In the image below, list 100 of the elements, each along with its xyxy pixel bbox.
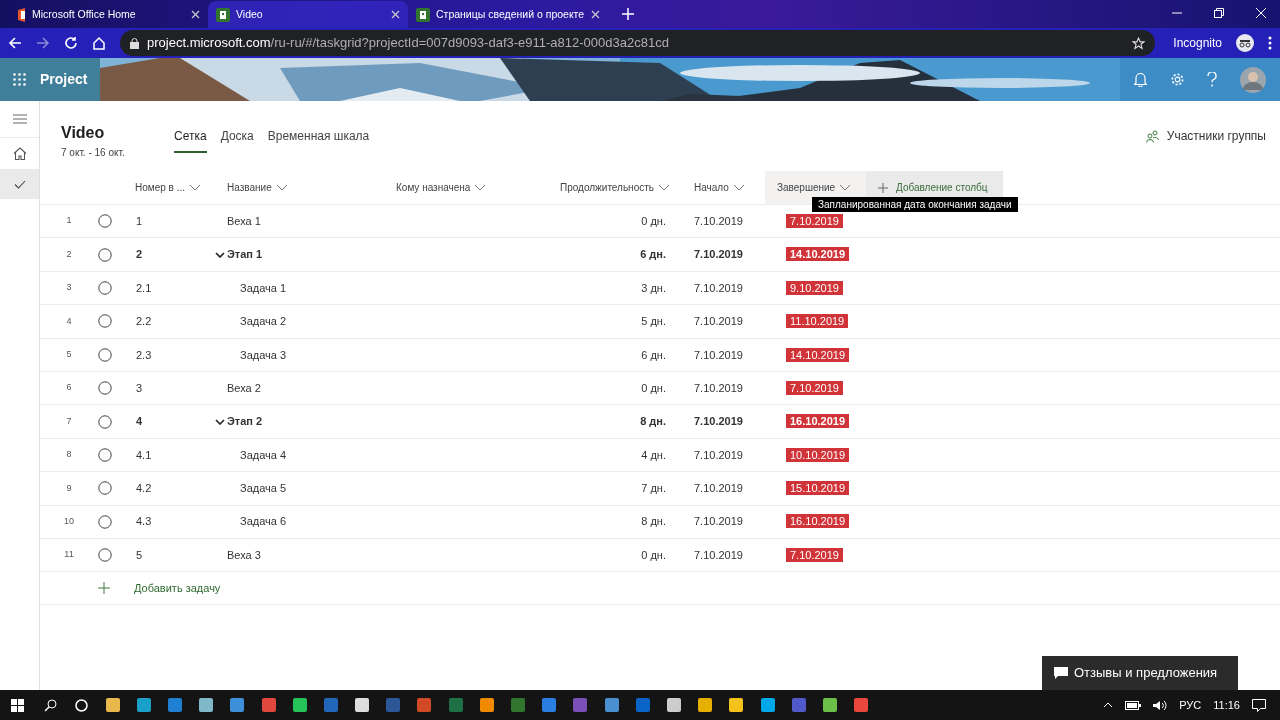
chevron-down-icon[interactable] (215, 251, 225, 258)
completion-circle[interactable] (98, 314, 112, 329)
duration: 6 дн. (640, 347, 666, 363)
duration: 0 дн. (640, 213, 666, 229)
add-icon[interactable] (98, 582, 110, 595)
project-dates: 7 окт. - 16 окт. (61, 146, 126, 160)
app-launcher-icon[interactable] (13, 73, 26, 86)
task-name[interactable]: Задача 5 (240, 480, 287, 497)
app-icon[interactable] (603, 697, 620, 713)
task-name[interactable]: Задача 2 (240, 313, 287, 330)
completion-circle[interactable] (98, 347, 112, 362)
app-icon[interactable] (821, 697, 838, 713)
restore-icon[interactable] (1214, 8, 1224, 18)
completion-circle[interactable] (98, 381, 112, 396)
view-tab[interactable]: Сетка (174, 127, 207, 153)
group-members-link[interactable]: Участники группы (1166, 127, 1266, 145)
browser-tab[interactable]: Страницы сведений о проекте (408, 1, 608, 28)
task-name[interactable]: Веха 2 (227, 379, 261, 397)
settings-icon[interactable] (1169, 72, 1185, 87)
people-icon (1145, 129, 1159, 143)
duration: 3 дн. (640, 280, 666, 296)
row-number: 3 (65, 281, 73, 295)
add-task-link[interactable]: Добавить задачу (134, 580, 221, 597)
menu-icon[interactable] (1268, 36, 1272, 50)
close-icon[interactable] (191, 10, 200, 19)
url-path: /ru-ru/#/taskgrid?projectId=007d9093-daf3-e911-a812-000d3a2c81cd (270, 35, 669, 51)
start-date: 7.10.2019 (693, 347, 744, 363)
clock[interactable]: 11:16 (1213, 696, 1240, 714)
close-icon[interactable] (391, 10, 400, 19)
duration: 6 дн. (639, 247, 666, 263)
windows-start-icon[interactable] (11, 698, 24, 712)
browser-tab[interactable]: Video (208, 1, 408, 28)
completion-circle[interactable] (98, 514, 112, 529)
task-name[interactable]: Задача 1 (240, 279, 287, 297)
start-date: 7.10.2019 (693, 547, 744, 563)
app-icon[interactable] (135, 697, 152, 713)
completion-circle[interactable] (98, 481, 112, 496)
address-bar[interactable]: project.microsoft.com/ru-ru/#/taskgrid?projectId=007d9093-daf3-e911-a812-000d3a2c81cd (120, 30, 1156, 56)
task-id: 4.2 (136, 481, 153, 497)
add-icon[interactable] (878, 182, 888, 193)
app-icon[interactable] (354, 697, 371, 713)
search-icon[interactable] (44, 698, 57, 712)
home-icon[interactable] (12, 147, 27, 160)
chevron-up-icon[interactable] (1103, 702, 1114, 708)
app-icon[interactable] (198, 697, 215, 713)
task-name[interactable]: Этап 2 (227, 413, 263, 430)
completion-circle[interactable] (98, 247, 112, 262)
reload-icon[interactable] (64, 36, 78, 50)
help-icon[interactable] (1207, 72, 1218, 87)
task-name[interactable]: Этап 1 (227, 246, 263, 263)
app-icon[interactable] (697, 697, 714, 713)
avatar-icon[interactable] (1239, 66, 1266, 93)
app-icon[interactable] (478, 697, 495, 713)
completion-circle[interactable] (98, 447, 112, 462)
task-name[interactable]: Задача 6 (240, 513, 287, 530)
browser-tab[interactable]: Microsoft Office Home (8, 1, 208, 28)
start-date: 7.10.2019 (693, 213, 744, 229)
bookmark-star-icon[interactable] (1132, 36, 1146, 50)
task-id: 4.1 (136, 447, 153, 463)
finish-date-badge: 9.10.2019 (786, 280, 843, 295)
battery-icon[interactable] (1125, 700, 1142, 710)
input-language[interactable]: РУС (1179, 696, 1202, 714)
row-number: 1 (65, 214, 73, 228)
incognito-label[interactable]: Incognito (1173, 34, 1222, 52)
column-header[interactable]: Номер в ... (135, 180, 185, 195)
project-title: Video (61, 123, 106, 143)
app-icon[interactable] (104, 697, 121, 713)
notification-icon[interactable] (1252, 698, 1266, 712)
task-view-icon[interactable] (75, 698, 88, 712)
app-icon[interactable] (759, 697, 776, 713)
task-name[interactable]: Задача 3 (240, 346, 287, 363)
volume-icon[interactable] (1153, 699, 1168, 711)
back-icon[interactable] (8, 36, 22, 50)
completion-circle[interactable] (98, 548, 112, 563)
duration: 5 дн. (640, 314, 666, 330)
tab-title: Microsoft Office Home (32, 6, 137, 22)
notification-bell-icon[interactable] (1134, 72, 1147, 87)
column-header[interactable]: Начало (694, 180, 729, 195)
app-icon[interactable] (665, 697, 682, 713)
incognito-icon[interactable] (1236, 34, 1254, 52)
app-icon[interactable] (728, 697, 745, 713)
close-icon[interactable] (591, 10, 600, 19)
app-icon[interactable] (291, 697, 308, 713)
completion-circle[interactable] (98, 280, 112, 295)
chevron-down-icon[interactable] (215, 418, 225, 425)
task-name[interactable]: Веха 3 (227, 546, 261, 564)
forward-icon[interactable] (36, 36, 50, 50)
row-number: 4 (65, 314, 73, 328)
view-tab[interactable]: Временная шкала (267, 127, 370, 153)
task-name[interactable]: Задача 4 (240, 446, 287, 464)
task-name[interactable]: Веха 1 (227, 212, 261, 230)
completion-circle[interactable] (98, 214, 112, 229)
completion-circle[interactable] (98, 414, 112, 429)
new-tab-icon[interactable] (622, 8, 634, 20)
column-header[interactable]: Продолжительность (560, 180, 654, 195)
start-date: 7.10.2019 (693, 247, 744, 263)
app-name[interactable]: Project (40, 69, 88, 90)
column-header[interactable]: Название (227, 180, 272, 195)
view-tab[interactable]: Доска (220, 127, 254, 153)
column-header[interactable]: Кому назначена (396, 180, 471, 195)
